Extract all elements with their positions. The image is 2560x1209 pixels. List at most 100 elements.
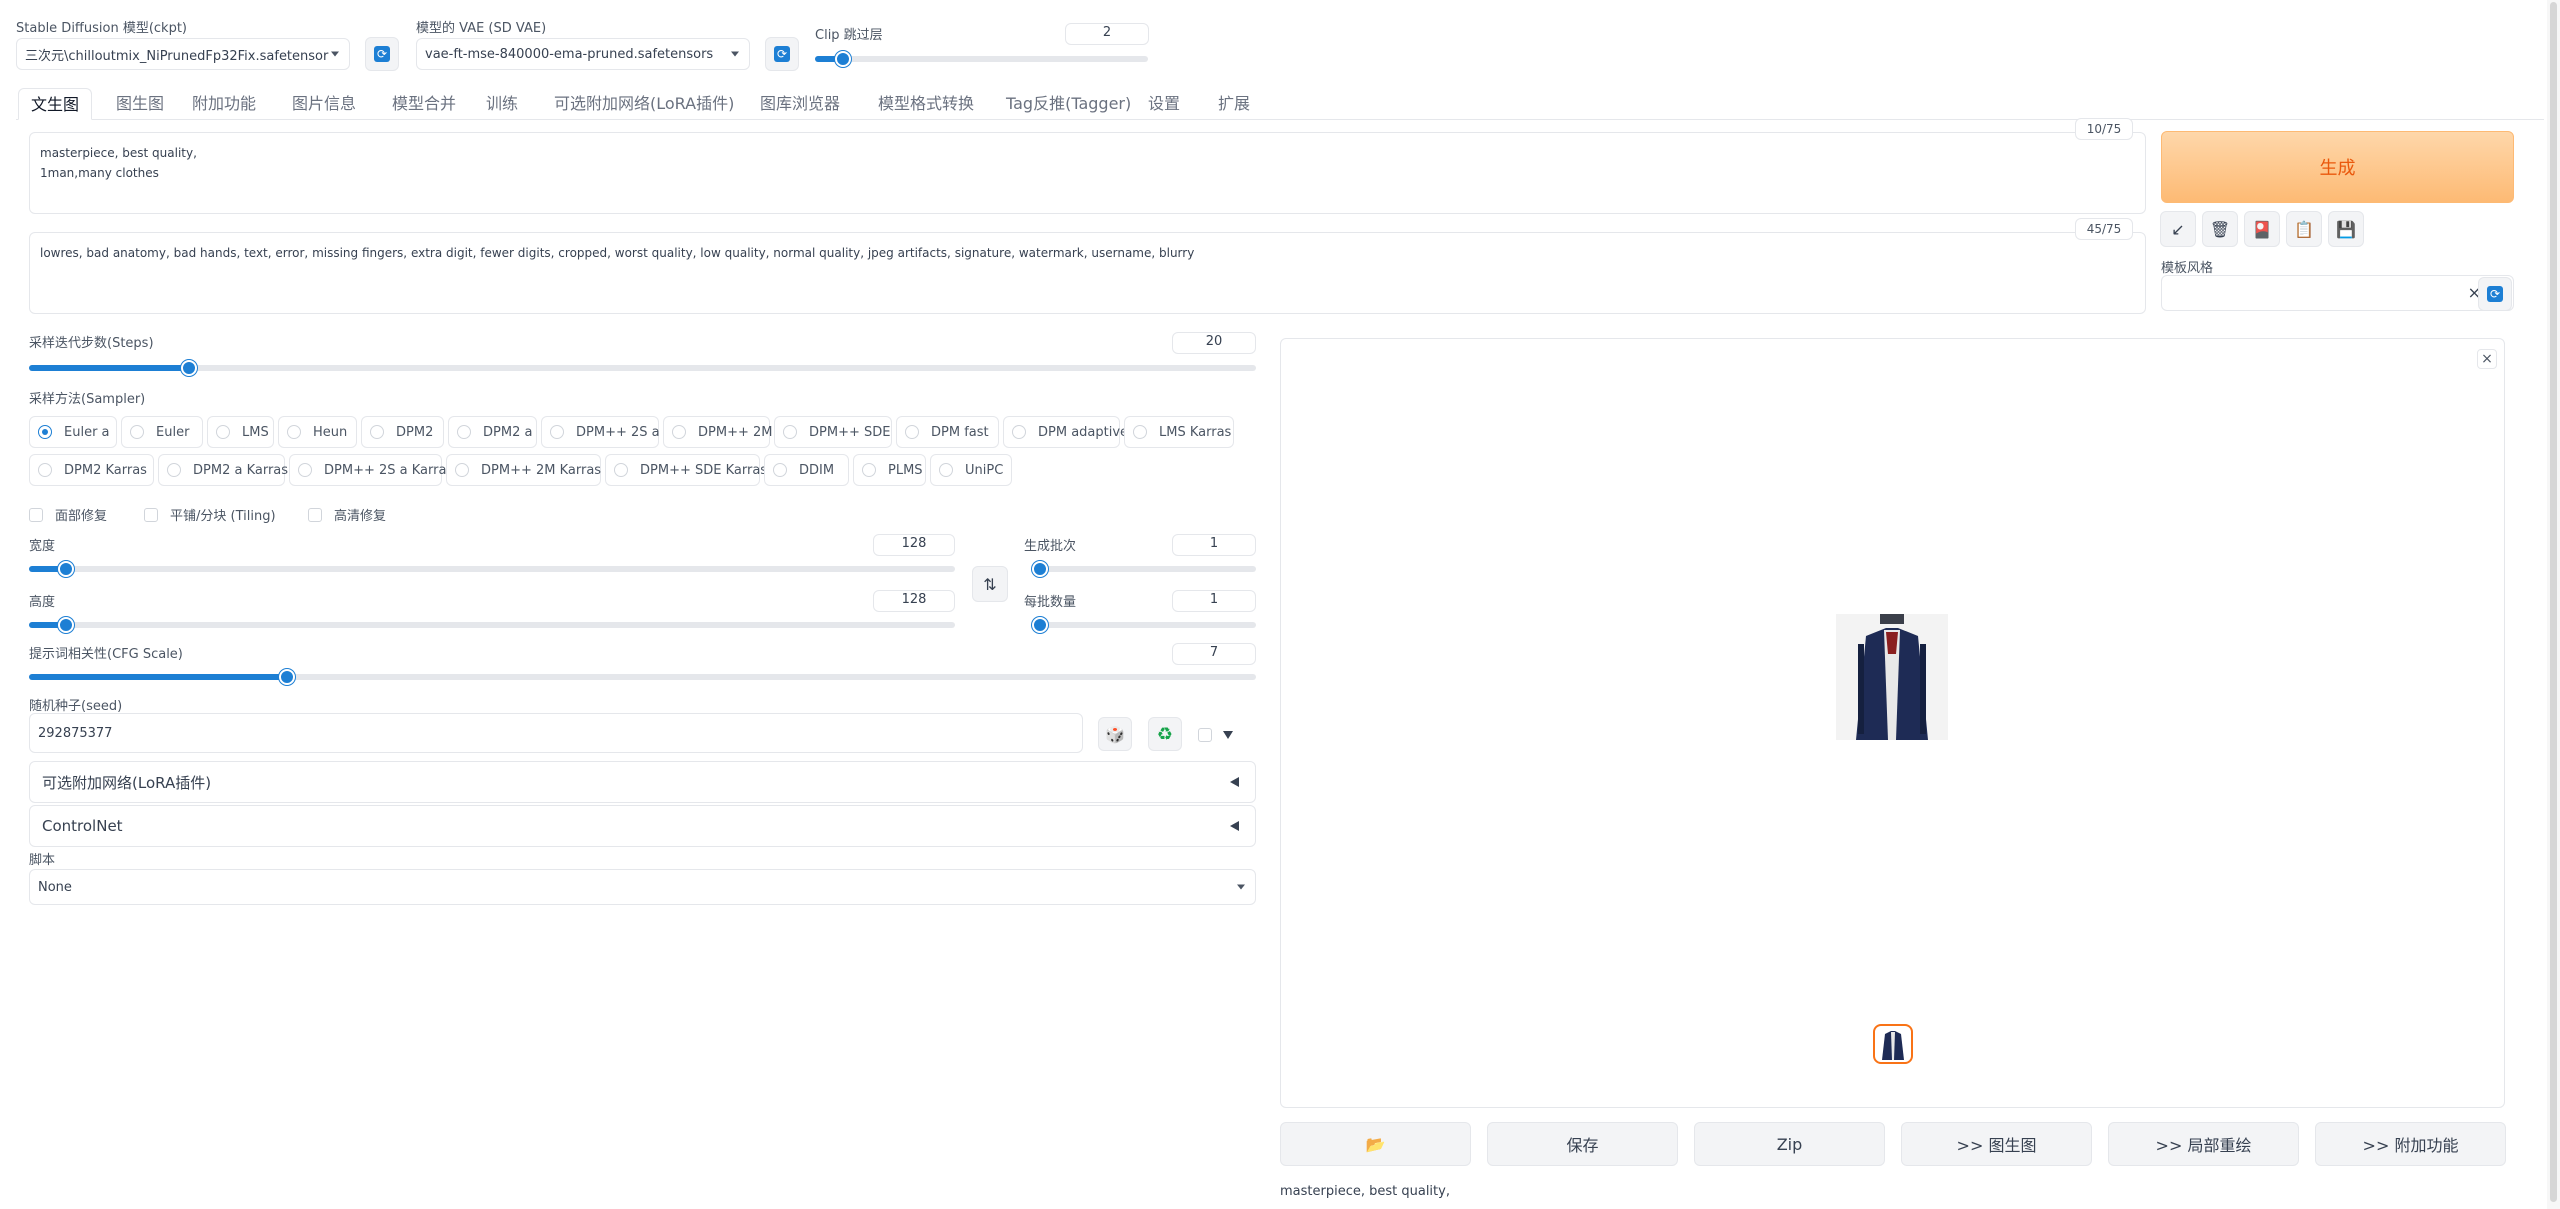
sampler-option[interactable]: DPM fast [896, 416, 999, 448]
tab-3[interactable]: 附加功能 [180, 88, 268, 120]
lora-accordion[interactable]: 可选附加网络(LoRA插件) [29, 761, 1256, 803]
prompt-textarea[interactable]: masterpiece, best quality, 1man,many clo… [29, 132, 2146, 214]
output-action-button-3[interactable]: >> 图生图 [1901, 1122, 2092, 1166]
tab-10[interactable]: Tag反推(Tagger) [994, 88, 1143, 120]
sampler-option[interactable]: DDIM [764, 454, 849, 486]
width-number-input[interactable]: 128 [873, 534, 955, 556]
ckpt-value: 三次元\chilloutmix_NiPrunedFp32Fix.safetens… [25, 48, 329, 64]
random-seed-button[interactable]: 🎲 [1098, 717, 1132, 751]
tab-2[interactable]: 图生图 [104, 88, 176, 120]
script-select[interactable]: None [29, 869, 1256, 905]
steps-slider-thumb[interactable] [180, 360, 197, 376]
tab-5[interactable]: 模型合并 [380, 88, 468, 120]
tab-8[interactable]: 图库浏览器 [748, 88, 852, 120]
sampler-option[interactable]: DPM2 Karras [29, 454, 154, 486]
sampler-option-label: DPM2 [396, 424, 434, 440]
save-style-button[interactable]: 💾 [2328, 211, 2364, 247]
output-action-button-5[interactable]: >> 附加功能 [2315, 1122, 2506, 1166]
extra-networks-button[interactable]: 🎴 [2244, 211, 2280, 247]
height-slider[interactable] [29, 617, 955, 633]
sampler-option[interactable]: LMS Karras [1124, 416, 1234, 448]
clip-slider[interactable] [815, 51, 1148, 67]
tiling-checkbox[interactable]: 平铺/分块 (Tiling) [144, 505, 276, 524]
tab-7[interactable]: 可选附加网络(LoRA插件) [542, 88, 746, 120]
styles-refresh-button[interactable]: ⟳ [2478, 277, 2512, 311]
tab-1[interactable]: 文生图 [18, 88, 93, 120]
batch-size-slider[interactable] [1032, 617, 1256, 633]
controlnet-accordion[interactable]: ControlNet [29, 805, 1256, 847]
ckpt-select[interactable]: 三次元\chilloutmix_NiPrunedFp32Fix.safetens… [16, 38, 350, 70]
steps-slider[interactable] [29, 360, 1256, 376]
clip-number-input[interactable]: 2 [1065, 23, 1149, 45]
face-restore-checkbox[interactable]: 面部修复 [29, 505, 107, 524]
output-action-button-1[interactable]: 保存 [1487, 1122, 1678, 1166]
chevron-down-icon [1237, 884, 1245, 890]
sampler-option[interactable]: Euler a [29, 416, 117, 448]
tab-9[interactable]: 模型格式转换 [866, 88, 986, 120]
batch-count-slider[interactable] [1032, 561, 1256, 577]
width-slider[interactable] [29, 561, 955, 577]
page-scrollbar[interactable] [2547, 0, 2560, 1209]
vae-select[interactable]: vae-ft-mse-840000-ema-pruned.safetensors [416, 38, 750, 70]
scrollbar-thumb[interactable] [2550, 2, 2557, 1202]
seed-input[interactable]: 292875377 [29, 713, 1083, 753]
batch-size-number-input[interactable]: 1 [1172, 590, 1256, 612]
batch-count-slider-thumb[interactable] [1032, 561, 1048, 577]
triangle-down-icon[interactable] [1223, 731, 1233, 739]
sampler-option[interactable]: UniPC [930, 454, 1012, 486]
sampler-option[interactable]: DPM++ 2M Karras [446, 454, 601, 486]
batch-count-number-input[interactable]: 1 [1172, 534, 1256, 556]
cfg-number-input[interactable]: 7 [1172, 643, 1256, 665]
clip-slider-thumb[interactable] [834, 51, 851, 67]
cfg-slider-fill [29, 674, 287, 680]
refresh-icon: ⟳ [774, 46, 790, 62]
negative-prompt-textarea[interactable]: lowres, bad anatomy, bad hands, text, er… [29, 232, 2146, 314]
cfg-slider[interactable] [29, 669, 1256, 685]
reuse-seed-button[interactable]: ♻ [1148, 717, 1182, 751]
checkbox-box [29, 507, 43, 522]
sampler-option[interactable]: Euler [121, 416, 203, 448]
sampler-option[interactable]: DPM2 a [448, 416, 537, 448]
close-gallery-button[interactable]: × [2477, 349, 2497, 369]
tab-6[interactable]: 训练 [474, 88, 530, 120]
sampler-option[interactable]: DPM2 [361, 416, 444, 448]
sampler-option[interactable]: DPM++ SDE [774, 416, 892, 448]
open-folder-button[interactable]: 📂 [1280, 1122, 1471, 1166]
sampler-option[interactable]: DPM++ 2S a [541, 416, 660, 448]
output-action-button-2[interactable]: Zip [1694, 1122, 1885, 1166]
generated-image[interactable] [1836, 614, 1948, 740]
sampler-option[interactable]: PLMS [853, 454, 926, 486]
extra-seed-checkbox[interactable] [1198, 728, 1212, 742]
sampler-option[interactable]: DPM2 a Karras [158, 454, 288, 486]
swap-icon: ⇅ [983, 574, 997, 594]
batch-size-slider-thumb[interactable] [1032, 617, 1048, 633]
gallery-thumbnail[interactable] [1873, 1024, 1913, 1064]
sampler-option[interactable]: LMS [207, 416, 274, 448]
tab-11[interactable]: 设置 [1136, 88, 1192, 120]
steps-number-input[interactable]: 20 [1172, 332, 1256, 354]
sampler-option[interactable]: DPM++ SDE Karras [605, 454, 767, 486]
cfg-slider-thumb[interactable] [278, 669, 295, 685]
output-action-button-4[interactable]: >> 局部重绘 [2108, 1122, 2299, 1166]
tab-4[interactable]: 图片信息 [280, 88, 368, 120]
radio-dot [1133, 425, 1147, 439]
clear-prompt-button[interactable]: 🗑 [2202, 211, 2238, 247]
hires-fix-checkbox[interactable]: 高清修复 [308, 505, 386, 524]
sampler-option[interactable]: DPM adaptive [1003, 416, 1128, 448]
styles-select[interactable]: × [2161, 275, 2514, 311]
chevron-down-icon [731, 51, 739, 57]
ckpt-refresh-button[interactable]: ⟳ [365, 37, 399, 71]
vae-refresh-button[interactable]: ⟳ [765, 37, 799, 71]
apply-prompt-button[interactable]: ↙ [2160, 211, 2196, 247]
height-number-input[interactable]: 128 [873, 590, 955, 612]
swap-dimensions-button[interactable]: ⇅ [972, 566, 1008, 602]
sampler-option[interactable]: DPM++ 2S a Karras [289, 454, 453, 486]
sampler-option[interactable]: DPM++ 2M [663, 416, 772, 448]
sampler-option[interactable]: Heun [278, 416, 357, 448]
width-slider-thumb[interactable] [58, 561, 75, 577]
prompt-token-counter: 10/75 [2075, 118, 2133, 140]
generate-button[interactable]: 生成 [2161, 131, 2514, 203]
tab-12[interactable]: 扩展 [1206, 88, 1262, 120]
apply-style-button[interactable]: 📋 [2286, 211, 2322, 247]
height-slider-thumb[interactable] [58, 617, 75, 633]
